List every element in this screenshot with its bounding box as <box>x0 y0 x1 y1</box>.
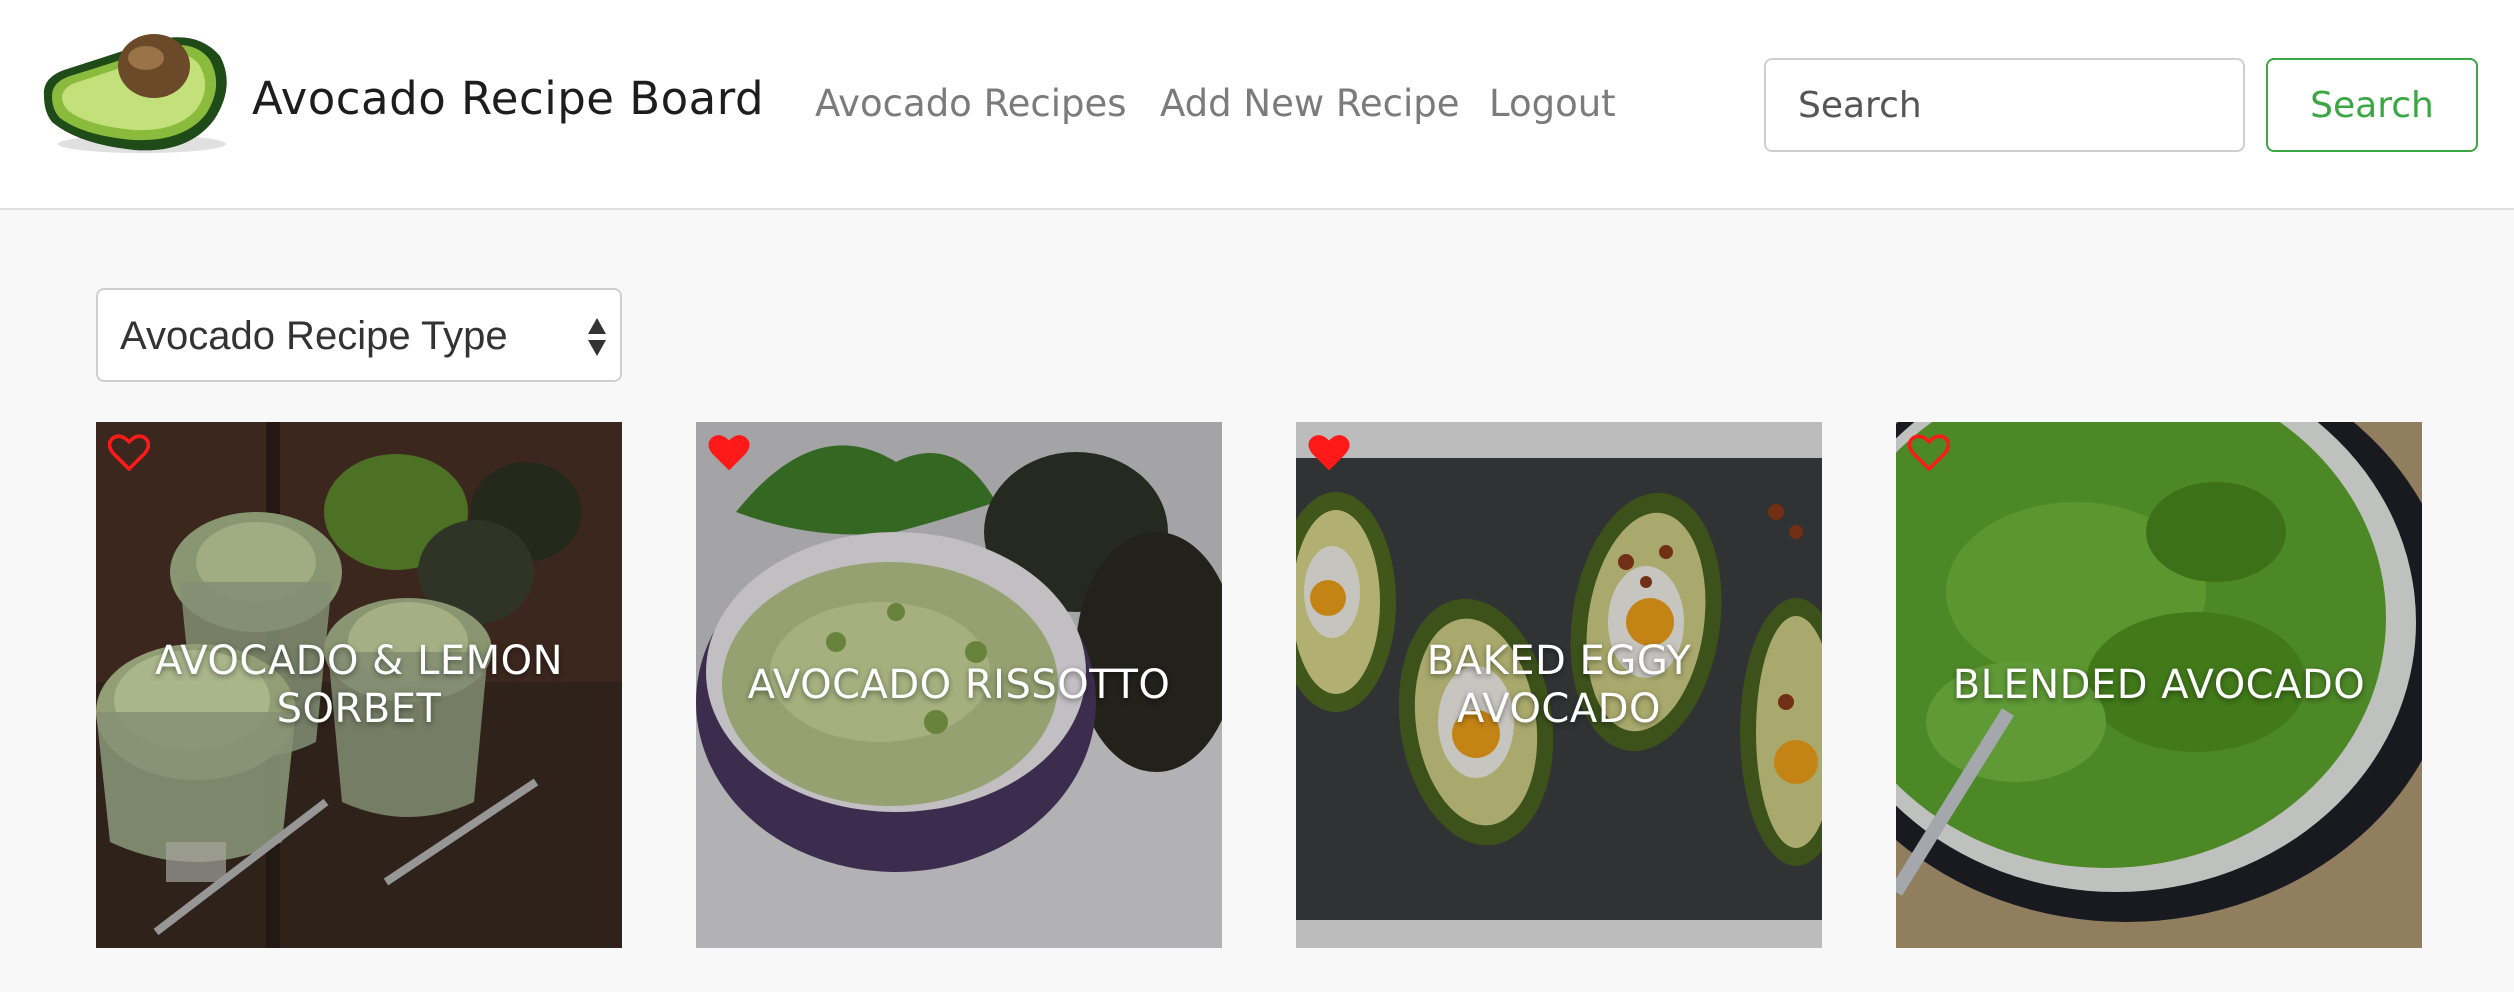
recipe-type-select[interactable]: Avocado Recipe Type <box>96 288 622 382</box>
recipe-card-baked-eggy-avocado[interactable]: BAKED EGGY AVOCADO <box>1296 422 1822 948</box>
search-button[interactable]: Search <box>2266 58 2478 152</box>
heart-outline-icon[interactable] <box>1908 434 1950 472</box>
select-arrows-icon <box>588 318 606 356</box>
recipe-card-blended-avocado[interactable]: BLENDED AVOCADO <box>1896 422 2422 948</box>
heart-filled-icon[interactable] <box>708 434 750 472</box>
recipe-title: AVOCADO & LEMON SORBET <box>154 638 564 732</box>
recipe-title: AVOCADO RISSOTTO <box>747 662 1171 708</box>
recipe-card-avocado-rissotto[interactable]: AVOCADO RISSOTTO <box>696 422 1222 948</box>
nav-link-add-new-recipe[interactable]: Add New Recipe <box>1160 82 1460 125</box>
nav-link-avocado-recipes[interactable]: Avocado Recipes <box>815 82 1127 125</box>
nav-link-logout[interactable]: Logout <box>1489 82 1616 125</box>
search-input[interactable] <box>1764 58 2245 152</box>
brand-name[interactable]: Avocado Recipe Board <box>252 72 764 125</box>
heart-filled-icon[interactable] <box>1308 434 1350 472</box>
recipe-card-avocado-lemon-sorbet[interactable]: AVOCADO & LEMON SORBET <box>96 422 622 948</box>
recipe-title: BAKED EGGY AVOCADO <box>1426 638 1692 732</box>
heart-outline-icon[interactable] <box>108 434 150 472</box>
recipe-type-select-value: Avocado Recipe Type <box>120 314 508 358</box>
recipe-title: BLENDED AVOCADO <box>1952 662 2366 708</box>
navbar: Avocado Recipe Board Avocado Recipes Add… <box>0 0 2514 210</box>
avocado-logo[interactable] <box>38 26 234 156</box>
